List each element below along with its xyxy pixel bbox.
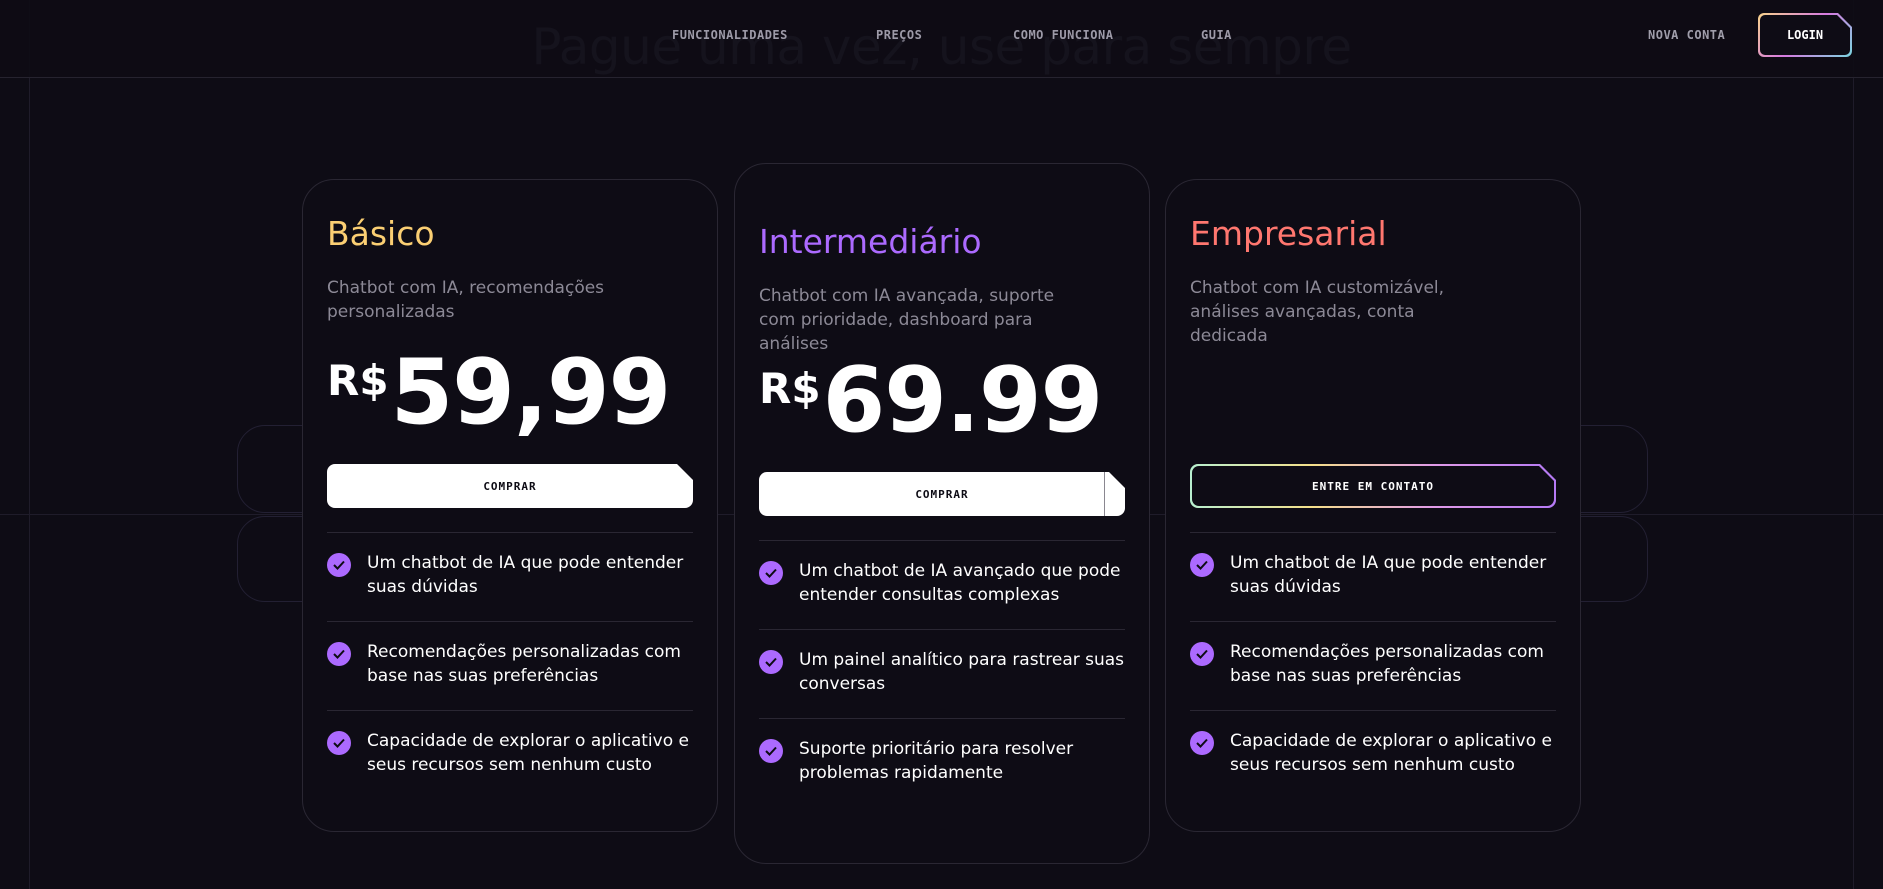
plan-card-empresarial: Empresarial Chatbot com IA customizável,… <box>1165 179 1581 832</box>
contact-button[interactable]: ENTRE EM CONTATO <box>1190 464 1556 508</box>
frame-line-right <box>1853 0 1854 889</box>
feature-list: Um chatbot de IA que pode entender suas … <box>327 532 693 799</box>
feature-text: Um chatbot de IA que pode entender suas … <box>367 553 684 597</box>
price-currency: R$ <box>759 364 821 413</box>
plan-card-basico: Básico Chatbot com IA, recomendações per… <box>302 179 718 832</box>
feature-item: Um chatbot de IA que pode entender suas … <box>1190 533 1556 622</box>
check-icon <box>759 561 783 585</box>
feature-text: Recomendações personalizadas com base na… <box>367 642 681 686</box>
buy-button-label: COMPRAR <box>915 487 969 501</box>
feature-item: Um painel analítico para rastrear suas c… <box>759 630 1125 719</box>
check-icon <box>327 553 351 577</box>
button-divider <box>1104 472 1105 516</box>
nav-link-precos[interactable]: PREÇOS <box>876 28 922 42</box>
nav-link-como-funciona[interactable]: COMO FUNCIONA <box>1013 28 1113 42</box>
plan-name: Intermediário <box>759 222 982 261</box>
feature-item: Um chatbot de IA que pode entender suas … <box>327 533 693 622</box>
check-icon <box>1190 731 1214 755</box>
plan-card-intermediario: Intermediário Chatbot com IA avançada, s… <box>734 163 1150 864</box>
feature-text: Recomendações personalizadas com base na… <box>1230 642 1544 686</box>
check-icon <box>327 731 351 755</box>
check-icon <box>327 642 351 666</box>
plan-price: R$59,99 <box>327 340 672 445</box>
plan-description: Chatbot com IA customizável, análises av… <box>1190 278 1445 346</box>
nav-link-guia[interactable]: GUIA <box>1201 28 1232 42</box>
price-amount: 59,99 <box>390 340 672 445</box>
check-icon <box>1190 642 1214 666</box>
feature-text: Um painel analítico para rastrear suas c… <box>799 650 1125 694</box>
signup-link[interactable]: NOVA CONTA <box>1648 28 1725 42</box>
feature-text: Um chatbot de IA avançado que pode enten… <box>799 561 1121 605</box>
login-button-label: LOGIN <box>1760 15 1850 55</box>
feature-item: Recomendações personalizadas com base na… <box>1190 622 1556 711</box>
site-header: Pague uma vez, use para sempre FUNCIONAL… <box>0 0 1883 78</box>
check-icon <box>759 650 783 674</box>
feature-list: Um chatbot de IA avançado que pode enten… <box>759 540 1125 807</box>
feature-item: Recomendações personalizadas com base na… <box>327 622 693 711</box>
buy-button[interactable]: COMPRAR <box>327 464 693 508</box>
plan-description: Chatbot com IA avançada, suporte com pri… <box>759 286 1055 354</box>
plan-price: R$69.99 <box>759 348 1104 453</box>
feature-item: Capacidade de explorar o aplicativo e se… <box>327 711 693 799</box>
feature-item: Capacidade de explorar o aplicativo e se… <box>1190 711 1556 799</box>
contact-button-label: ENTRE EM CONTATO <box>1192 466 1554 506</box>
check-icon <box>759 739 783 763</box>
feature-text: Um chatbot de IA que pode entender suas … <box>1230 553 1547 597</box>
nav-link-funcionalidades[interactable]: FUNCIONALIDADES <box>672 28 788 42</box>
feature-item: Um chatbot de IA avançado que pode enten… <box>759 541 1125 630</box>
plan-name: Empresarial <box>1190 214 1387 253</box>
login-button[interactable]: LOGIN <box>1758 13 1852 57</box>
buy-button[interactable]: COMPRAR <box>759 472 1125 516</box>
price-amount: 69.99 <box>822 348 1104 453</box>
feature-item: Suporte prioritário para resolver proble… <box>759 719 1125 807</box>
price-currency: R$ <box>327 356 389 405</box>
plan-name: Básico <box>327 214 435 253</box>
check-icon <box>1190 553 1214 577</box>
feature-text: Capacidade de explorar o aplicativo e se… <box>367 731 689 775</box>
feature-text: Capacidade de explorar o aplicativo e se… <box>1230 731 1552 775</box>
feature-list: Um chatbot de IA que pode entender suas … <box>1190 532 1556 799</box>
feature-text: Suporte prioritário para resolver proble… <box>799 739 1074 783</box>
section-title: Pague uma vez, use para sempre <box>531 18 1352 76</box>
plan-description: Chatbot com IA, recomendações personaliz… <box>327 278 605 322</box>
frame-line-left <box>29 0 30 889</box>
